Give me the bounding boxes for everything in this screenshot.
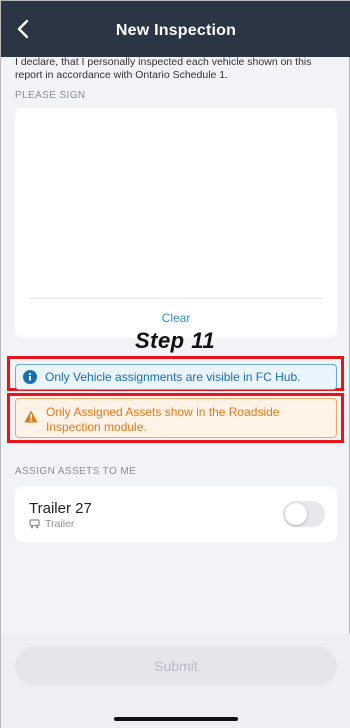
header-bar: New Inspection [1, 1, 350, 57]
step-annotation: Step 11 [134, 328, 216, 353]
info-banner-text: Only Vehicle assignments are visible in … [45, 370, 301, 384]
trailer-icon [29, 519, 40, 529]
warning-icon [24, 410, 38, 423]
info-icon [23, 370, 37, 384]
assets-section-label: ASSIGN ASSETS TO ME [15, 466, 137, 477]
home-indicator [114, 717, 238, 721]
submit-button[interactable]: Submit [15, 646, 337, 686]
warning-banner: Only Assigned Assets show in the Roadsid… [15, 398, 337, 438]
warning-banner-text: Only Assigned Assets show in the Roadsid… [46, 405, 280, 434]
signature-label: PLEASE SIGN [15, 90, 86, 101]
clear-signature-button[interactable]: Clear [15, 311, 337, 325]
page-title: New Inspection [115, 22, 237, 39]
signature-baseline [29, 298, 323, 299]
asset-name: Trailer 27 [29, 500, 92, 517]
asset-type-label: Trailer [45, 518, 75, 530]
toggle-knob [285, 503, 307, 525]
signature-pad[interactable] [15, 108, 337, 298]
asset-type: Trailer [29, 518, 74, 530]
assign-asset-toggle[interactable] [283, 501, 325, 527]
signature-card: Clear [15, 108, 337, 338]
asset-card: Trailer 27 Trailer [15, 486, 337, 542]
declaration-text: I declare, that I personally inspected e… [15, 56, 312, 81]
info-banner: Only Vehicle assignments are visible in … [15, 364, 337, 390]
